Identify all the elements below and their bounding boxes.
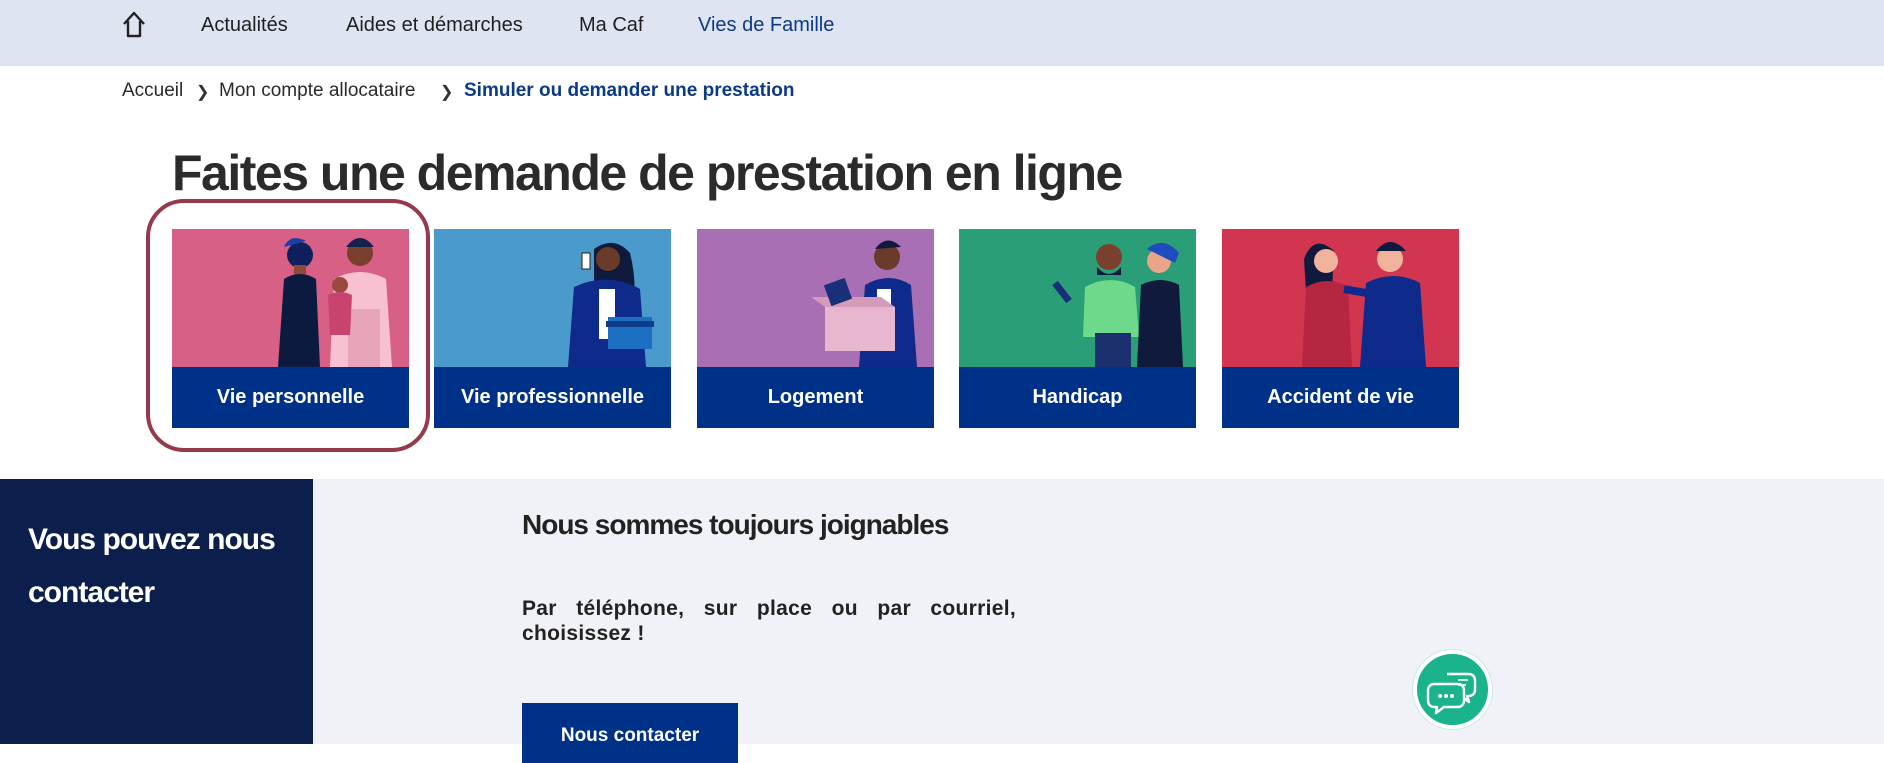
card-label: Vie personnelle (172, 367, 409, 428)
card-handicap[interactable]: Handicap (959, 229, 1196, 428)
top-navigation: Actualités Aides et démarches Ma Caf Vie… (0, 0, 1884, 66)
contact-text: Par téléphone, sur place ou par courriel… (522, 597, 1016, 645)
chevron-right-icon: ❯ (440, 84, 454, 101)
breadcrumb-link-mon-compte[interactable]: Mon compte allocataire (219, 80, 415, 101)
nav-item-ma-caf[interactable]: Ma Caf (579, 14, 643, 37)
comforting-couple-illustration (1222, 229, 1459, 367)
nav-item-aides-et-demarches[interactable]: Aides et démarches (346, 14, 523, 37)
contact-button[interactable]: Nous contacter (522, 703, 738, 763)
card-label: Logement (697, 367, 934, 428)
chevron-right-icon: ❯ (196, 84, 210, 101)
card-label: Handicap (959, 367, 1196, 428)
moving-box-illustration (697, 229, 934, 367)
chat-bubbles-icon (1426, 672, 1477, 715)
professional-woman-illustration (434, 229, 671, 367)
home-icon[interactable] (120, 10, 148, 38)
contact-sidebar: Vous pouvez nous contacter (0, 479, 313, 744)
couple-prosthesis-illustration (959, 229, 1196, 367)
card-vie-personnelle[interactable]: Vie personnelle (172, 229, 409, 428)
card-accident-de-vie[interactable]: Accident de vie (1222, 229, 1459, 428)
breadcrumb-link-accueil[interactable]: Accueil (122, 80, 183, 101)
chat-button[interactable] (1413, 650, 1492, 729)
contact-title: Nous sommes toujours joignables (522, 509, 949, 540)
nav-item-vies-de-famille[interactable]: Vies de Famille (698, 14, 834, 37)
family-illustration (172, 229, 409, 367)
breadcrumb-current: Simuler ou demander une prestation (464, 80, 795, 101)
card-label: Vie professionnelle (434, 367, 671, 428)
card-label: Accident de vie (1222, 367, 1459, 428)
card-vie-professionnelle[interactable]: Vie professionnelle (434, 229, 671, 428)
nav-item-actualites[interactable]: Actualités (201, 14, 288, 37)
card-logement[interactable]: Logement (697, 229, 934, 428)
contact-sidebar-heading: Vous pouvez nous contacter (28, 523, 276, 609)
page-title: Faites une demande de prestation en lign… (172, 145, 1123, 201)
